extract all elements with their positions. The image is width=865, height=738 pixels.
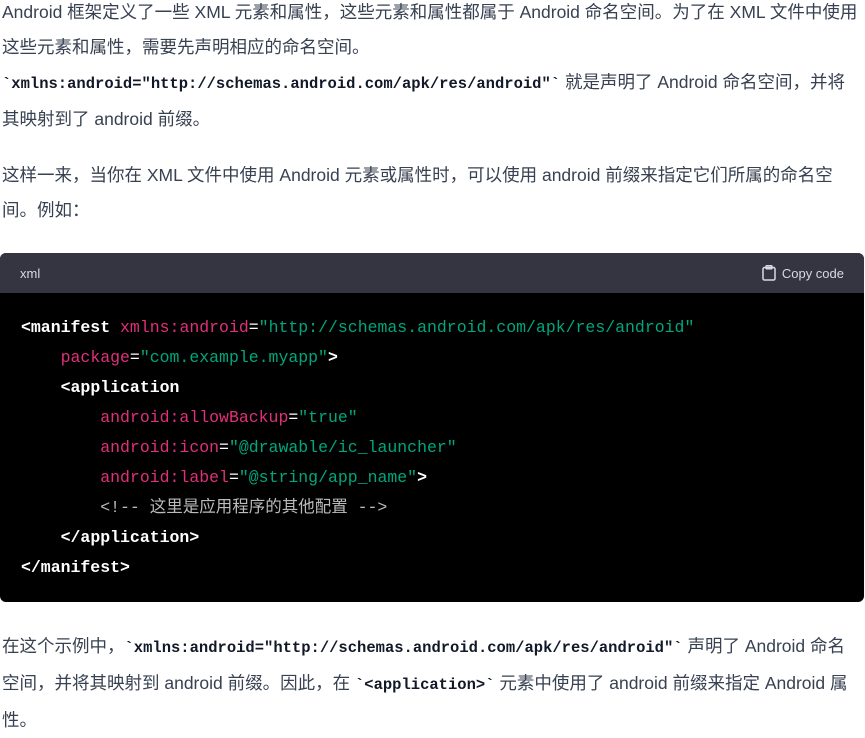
code-line: <manifest xmlns:android="http://schemas.… [21, 318, 694, 337]
code-token-tag: </application> [60, 528, 200, 547]
inline-code-xmlns: `xmlns:android="http://schemas.android.c… [124, 639, 683, 657]
code-block: xml Copy code <manifest xmlns:android="h… [0, 253, 864, 602]
code-language-label: xml [20, 265, 41, 281]
copy-code-button[interactable]: Copy code [762, 265, 844, 281]
code-token-str: "true" [298, 408, 358, 427]
code-token-attr: android:allowBackup [100, 408, 289, 427]
code-token-tag: > [327, 348, 338, 367]
copy-code-label: Copy code [781, 265, 844, 281]
code-token-tag: > [417, 468, 427, 487]
inline-code-xmlns: `xmlns:android="http://schemas.android.c… [2, 75, 561, 93]
code-token-eq: = [248, 318, 259, 337]
code-token-str: "com.example.myapp" [139, 348, 328, 367]
code-token-eq: = [288, 408, 299, 427]
code-token-str: "@string/app_name" [238, 468, 418, 487]
paragraph-text: 在这个示例中， [2, 636, 125, 656]
code-token-eq: = [129, 348, 140, 367]
paragraph-explanation: 在这个示例中，`xmlns:android="http://schemas.an… [0, 629, 864, 738]
inline-code-application: `<application>` [354, 676, 495, 694]
code-line: android:allowBackup="true" [21, 408, 358, 427]
code-line: </manifest> [21, 558, 130, 577]
code-line: android:label="@string/app_name"> [21, 468, 427, 487]
code-token-tag: <manifest [21, 318, 111, 337]
paragraph-prefix-usage: 这样一来，当你在 XML 文件中使用 Android 元素或属性时，可以使用 a… [0, 158, 864, 228]
code-token-attr: android:label [100, 468, 229, 487]
code-line: <!-- 这里是应用程序的其他配置 --> [21, 498, 387, 517]
code-token-tag: </manifest> [21, 558, 130, 577]
paragraph-namespace-intro: Android 框架定义了一些 XML 元素和属性，这些元素和属性都属于 And… [0, 0, 864, 137]
code-line: </application> [21, 528, 200, 547]
code-line: package="com.example.myapp"> [21, 348, 338, 367]
paragraph-text: Android 框架定义了一些 XML 元素和属性，这些元素和属性都属于 And… [2, 2, 858, 57]
code-token-cmt: <!-- 这里是应用程序的其他配置 --> [100, 498, 388, 517]
code-body: <manifest xmlns:android="http://schemas.… [0, 293, 864, 583]
clipboard-icon [762, 265, 776, 281]
code-token-str: "@drawable/ic_launcher" [228, 438, 457, 457]
code-token-attr: xmlns:android [120, 318, 249, 337]
code-block-header: xml Copy code [0, 253, 864, 293]
code-token-eq: = [219, 438, 229, 457]
code-token-tag: <application [60, 378, 180, 397]
code-line: <application [21, 378, 180, 397]
code-token-attr: package [60, 348, 130, 367]
code-token-str: "http://schemas.android.com/apk/res/andr… [258, 318, 695, 337]
paragraph-text: 这样一来，当你在 XML 文件中使用 Android 元素或属性时，可以使用 a… [2, 165, 833, 220]
code-line: android:icon="@drawable/ic_launcher" [21, 438, 457, 457]
code-token-attr: android:icon [100, 438, 220, 457]
code-token-eq: = [228, 468, 239, 487]
